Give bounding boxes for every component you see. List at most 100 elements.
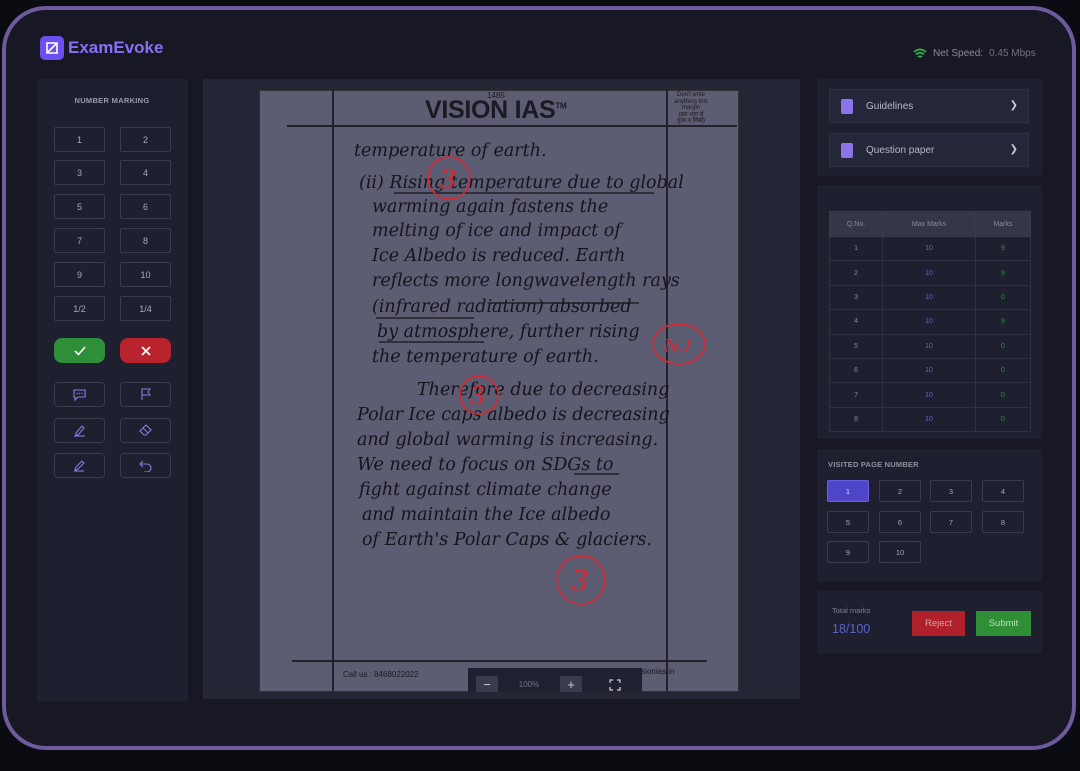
comment-tool-button[interactable]	[54, 382, 105, 407]
chevron-right-icon: ❯	[1009, 100, 1018, 111]
table-row[interactable]: 1 10 9	[828, 235, 1032, 262]
page-number-button[interactable]: 10	[879, 541, 921, 563]
guidelines-label: Guidelines	[866, 100, 914, 112]
question-number-cell: 5	[828, 333, 884, 359]
page-number-button[interactable]: 5	[827, 511, 869, 533]
column-header: Q.No.	[828, 211, 884, 237]
net-speed-label: Net Speed:	[933, 48, 984, 59]
zoom-level: 100%	[518, 680, 540, 689]
page-number-button[interactable]: 2	[879, 480, 921, 502]
page-number-button[interactable]: 3	[930, 480, 972, 502]
page-number-button[interactable]: 4	[982, 480, 1024, 502]
hw-line: by atmosphere, further rising	[377, 322, 640, 342]
number-mark-button[interactable]: 1/4	[120, 296, 171, 321]
marks-cell: 0	[974, 333, 1032, 359]
highlighter-tool-button[interactable]	[54, 418, 105, 443]
page-number-button[interactable]: 8	[982, 511, 1024, 533]
highlighter-icon	[74, 425, 85, 437]
guidelines-link[interactable]: Guidelines ❯	[829, 89, 1029, 123]
total-marks-value: 18/100	[832, 622, 871, 636]
marks-table-panel: Q.No. Max Marks Marks 1 10 9 2 10 9 3 10 0 4 10 9 5 1…	[817, 185, 1042, 439]
hw-line: Polar Ice caps albedo is decreasing	[356, 405, 670, 425]
table-row[interactable]: 6 10 0	[828, 357, 1032, 384]
max-marks-cell: 10	[882, 284, 976, 311]
wifi-icon	[913, 48, 927, 58]
flag-tool-button[interactable]	[120, 382, 171, 407]
page-number-button[interactable]: 1	[827, 480, 869, 502]
mark-wrong-button[interactable]	[120, 338, 171, 363]
number-mark-button[interactable]: 3	[54, 160, 105, 185]
number-mark-button[interactable]: 7	[54, 228, 105, 253]
page-number-button[interactable]: 6	[879, 511, 921, 533]
undo-tool-button[interactable]	[120, 453, 171, 478]
question-number-cell: 6	[828, 357, 884, 384]
hw-line: Ice Albedo is reduced. Earth	[371, 246, 625, 266]
number-mark-button[interactable]: 10	[120, 262, 171, 287]
number-mark-button[interactable]: 6	[120, 194, 171, 219]
brand-logo: ExamEvoke	[40, 36, 163, 60]
hw-line: We need to focus on SDGs to	[357, 455, 613, 475]
max-marks-cell: 10	[882, 333, 976, 359]
hw-line: (ii) Rising temperature due to global	[359, 173, 684, 193]
question-paper-link[interactable]: Question paper ❯	[829, 133, 1029, 167]
not-in-context-annotation: N.I	[663, 336, 692, 357]
column-header: Max Marks	[882, 211, 976, 237]
max-marks-cell: 10	[882, 357, 976, 384]
total-score-annotation: 3	[571, 564, 589, 597]
table-row[interactable]: 3 10 0	[828, 284, 1032, 311]
hw-line: warming again fastens the	[372, 197, 608, 217]
number-mark-button[interactable]: 9	[54, 262, 105, 287]
marks-cell: 0	[974, 382, 1032, 408]
table-row[interactable]: 4 10 9	[828, 309, 1032, 335]
question-number-cell: 8	[828, 406, 884, 433]
hw-line: fight against climate change	[357, 480, 612, 500]
number-mark-button[interactable]: 1/2	[54, 296, 105, 321]
visited-pages-title: VISITED PAGE NUMBER	[828, 460, 919, 469]
max-marks-cell: 10	[882, 235, 976, 262]
hw-line: (infrared radiation) absorbed	[372, 297, 632, 317]
table-row[interactable]: 5 10 0	[828, 333, 1032, 359]
logo-icon	[40, 36, 64, 60]
mark-correct-button[interactable]	[54, 338, 105, 363]
number-mark-button[interactable]: 1	[54, 127, 105, 152]
total-marks-label: Total marks	[832, 606, 871, 615]
number-mark-button[interactable]: 2	[120, 127, 171, 152]
zoom-out-button[interactable]: −	[476, 675, 498, 692]
number-marking-panel: NUMBER MARKING 1 2 3 4 5 6 7 8 9 10 1/2 1/4	[37, 79, 188, 702]
page-number-button[interactable]: 7	[930, 511, 972, 533]
hw-line: Therefore due to decreasing	[417, 380, 669, 400]
table-row[interactable]: 7 10 0	[828, 382, 1032, 408]
max-marks-cell: 10	[882, 382, 976, 408]
check-icon	[73, 345, 86, 356]
reject-button[interactable]: Reject	[912, 611, 965, 636]
question-paper-label: Question paper	[866, 144, 935, 156]
document-icon	[841, 98, 853, 114]
hw-line: the temperature of earth.	[372, 347, 599, 367]
eraser-icon	[139, 424, 152, 436]
pen-tool-button[interactable]	[54, 453, 105, 478]
answer-sheet-page[interactable]: 1485 VISION IASTM Don't write anything t…	[259, 90, 739, 692]
table-row[interactable]: 2 10 9	[828, 260, 1032, 286]
undo-icon	[139, 460, 152, 472]
table-row[interactable]: 8 10 0	[828, 406, 1032, 433]
number-mark-button[interactable]: 4	[120, 160, 171, 185]
question-number-cell: 3	[828, 284, 884, 311]
max-marks-cell: 10	[882, 406, 976, 433]
submit-button[interactable]: Submit	[976, 611, 1031, 636]
number-mark-button[interactable]: 5	[54, 194, 105, 219]
score-annotation: 3	[470, 382, 485, 410]
hw-line: temperature of earth.	[354, 141, 547, 161]
eraser-tool-button[interactable]	[120, 418, 171, 443]
marks-cell: 0	[974, 357, 1032, 384]
marks-cell: 9	[974, 309, 1032, 335]
zoom-in-button[interactable]: +	[560, 675, 582, 692]
question-number-cell: 7	[828, 382, 884, 408]
score-annotation: 3	[440, 165, 457, 195]
totals-panel: Total marks 18/100 Reject Submit	[817, 591, 1042, 654]
net-speed-indicator: Net Speed: 0.45 Mbps	[913, 48, 1036, 59]
number-mark-button[interactable]: 8	[120, 228, 171, 253]
question-number-cell: 4	[828, 309, 884, 335]
page-number-button[interactable]: 9	[827, 541, 869, 563]
fullscreen-button[interactable]	[604, 676, 626, 693]
handwritten-answer: temperature of earth. (ii) Rising temper…	[354, 141, 706, 605]
